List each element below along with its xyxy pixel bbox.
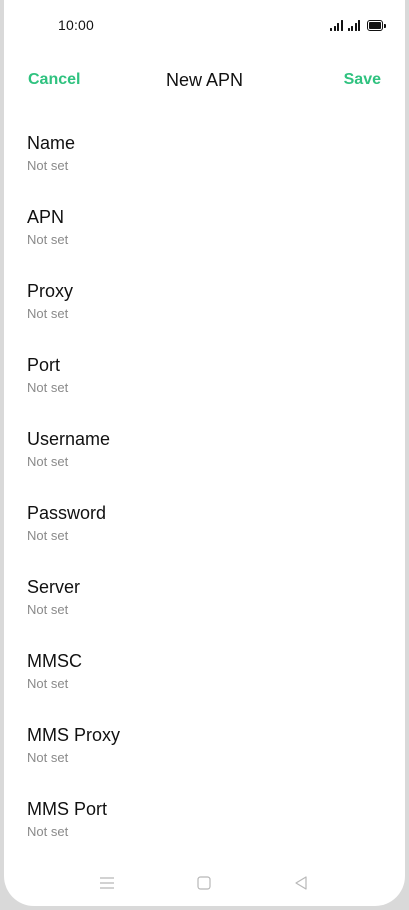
status-bar: 10:00 bbox=[4, 0, 405, 52]
signal-icon bbox=[347, 20, 360, 31]
field-label: MMS Port bbox=[27, 799, 108, 819]
menu-icon[interactable] bbox=[98, 874, 116, 892]
field-value: Not set bbox=[27, 528, 69, 543]
back-icon[interactable] bbox=[292, 874, 310, 892]
apn-field-list: Name Not set APN Not set Proxy Not set P… bbox=[4, 120, 405, 860]
field-value: Not set bbox=[27, 602, 69, 617]
field-name[interactable]: Name Not set bbox=[4, 120, 405, 194]
field-label: Proxy bbox=[27, 281, 74, 301]
navigation-bar bbox=[4, 868, 405, 898]
phone-screen: 10:00 Cancel New APN Save Name Not set A… bbox=[4, 0, 405, 906]
status-icons bbox=[330, 17, 386, 31]
field-label: Password bbox=[27, 503, 107, 523]
field-value: Not set bbox=[27, 306, 69, 321]
field-apn[interactable]: APN Not set bbox=[4, 194, 405, 268]
field-label: Port bbox=[27, 355, 61, 375]
field-username[interactable]: Username Not set bbox=[4, 416, 405, 490]
save-button[interactable]: Save bbox=[344, 71, 381, 89]
field-password[interactable]: Password Not set bbox=[4, 490, 405, 564]
field-value: Not set bbox=[27, 824, 69, 839]
field-value: Not set bbox=[27, 676, 69, 691]
battery-icon bbox=[367, 20, 386, 31]
field-proxy[interactable]: Proxy Not set bbox=[4, 268, 405, 342]
field-label: Username bbox=[27, 429, 111, 449]
field-mms-proxy[interactable]: MMS Proxy Not set bbox=[4, 712, 405, 786]
field-label: APN bbox=[27, 207, 65, 227]
field-value: Not set bbox=[27, 750, 69, 765]
field-port[interactable]: Port Not set bbox=[4, 342, 405, 416]
field-mms-port[interactable]: MMS Port Not set bbox=[4, 786, 405, 860]
field-server[interactable]: Server Not set bbox=[4, 564, 405, 638]
home-icon[interactable] bbox=[195, 874, 213, 892]
field-mmsc[interactable]: MMSC Not set bbox=[4, 638, 405, 712]
header-bar: Cancel New APN Save bbox=[4, 60, 405, 100]
field-label: Server bbox=[27, 577, 81, 597]
field-label: MMS Proxy bbox=[27, 725, 121, 745]
field-value: Not set bbox=[27, 380, 69, 395]
field-value: Not set bbox=[27, 232, 69, 247]
field-value: Not set bbox=[27, 454, 69, 469]
field-value: Not set bbox=[27, 158, 69, 173]
signal-icon bbox=[330, 20, 343, 31]
status-time: 10:00 bbox=[58, 17, 95, 33]
field-label: MMSC bbox=[27, 651, 82, 671]
field-label: Name bbox=[27, 133, 76, 153]
